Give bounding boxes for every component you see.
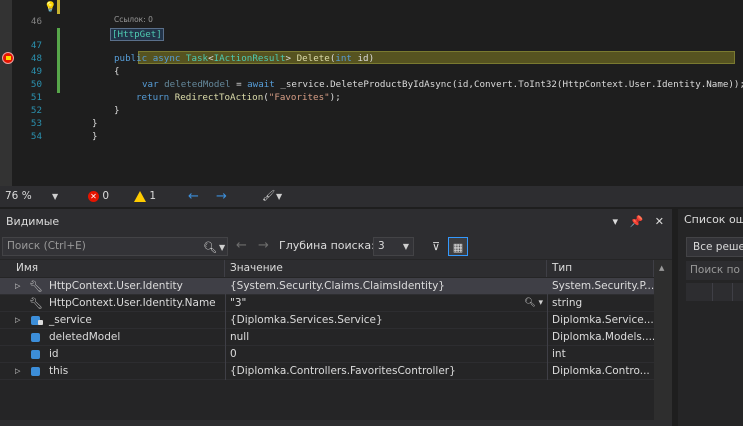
search-next-icon[interactable]: → <box>258 238 269 253</box>
row-value[interactable]: {Diplomka.Services.Service} <box>225 312 547 329</box>
column-header-type[interactable]: Тип <box>547 260 654 277</box>
code-cleanup-dropdown-icon[interactable]: ▼ <box>276 186 282 207</box>
bottom-tab-strip <box>0 420 672 426</box>
row-name: id <box>49 348 59 360</box>
table-row[interactable]: ▷ 🔧︎ HttpContext.User.Identity {System.S… <box>0 278 672 295</box>
column-header-value[interactable]: Значение <box>225 260 547 277</box>
row-name: this <box>49 365 69 377</box>
error-list-window: Список ош Все реше Поиск по о К <box>672 209 743 426</box>
pin-icon[interactable]: 📌 <box>630 215 644 228</box>
row-type: System.Security.P... <box>547 278 654 295</box>
error-list-header: К <box>686 283 743 301</box>
panel-title: Видимые <box>6 215 60 228</box>
scroll-up-icon[interactable]: ▲ <box>659 264 664 272</box>
code-line: 48 { <box>0 39 743 77</box>
code-line: 47 public async Task<IActionResult> Dele… <box>0 26 743 64</box>
table-row[interactable]: ▷ this {Diplomka.Controllers.FavoritesCo… <box>0 363 672 380</box>
expand-icon[interactable]: ▷ <box>15 278 20 295</box>
expand-icon[interactable]: ▷ <box>15 312 20 329</box>
local-variable-icon <box>31 333 40 342</box>
warning-icon <box>134 190 146 202</box>
search-input[interactable]: Поиск (Ctrl+E) 🔍︎ ▼ <box>2 237 228 256</box>
row-type: Diplomka.Models.... <box>547 329 654 346</box>
errors-indicator[interactable]: ✕ 0 <box>88 186 109 207</box>
errors-count: 0 <box>102 190 110 202</box>
row-value[interactable]: {Diplomka.Controllers.FavoritesControlle… <box>225 363 547 380</box>
column-separator[interactable] <box>732 283 733 301</box>
local-variable-icon <box>31 367 40 376</box>
code-line: 52 } <box>0 91 743 129</box>
row-name: deletedModel <box>49 331 121 343</box>
error-list-scope-select[interactable]: Все реше <box>686 237 743 257</box>
search-options-dropdown-icon[interactable]: ▼ <box>219 239 225 256</box>
search-depth-select[interactable]: 3 ▼ <box>373 237 414 256</box>
line-number: 54 <box>30 131 42 142</box>
navigate-back-icon[interactable]: ← <box>188 186 199 207</box>
row-type: string <box>547 295 654 312</box>
table-row[interactable]: deletedModel null Diplomka.Models.... <box>0 329 672 346</box>
zoom-dropdown-icon[interactable]: ▼ <box>52 186 58 207</box>
search-depth-label: Глубина поиска: <box>279 239 375 252</box>
text-visualizer-search-icon[interactable]: 🔍︎ ▾ <box>524 295 543 312</box>
search-placeholder: Поиск (Ctrl+E) <box>7 240 86 252</box>
code-line: 51 } <box>0 78 743 116</box>
error-list-search-input[interactable]: Поиск по о <box>686 261 743 280</box>
row-value[interactable]: {System.Security.Claims.ClaimsIdentity} <box>225 278 547 295</box>
code-line: 53 } <box>0 104 743 142</box>
expand-icon[interactable]: ▷ <box>15 363 20 380</box>
warnings-count: 1 <box>149 190 157 202</box>
column-separator[interactable] <box>712 283 713 301</box>
search-previous-icon[interactable]: ← <box>236 238 247 253</box>
table-row[interactable]: ▷ _service {Diplomka.Services.Service} D… <box>0 312 672 329</box>
code-lens-references[interactable]: Ссылок: 0 <box>114 15 153 24</box>
view-columns-icon[interactable]: ▦ <box>448 237 468 256</box>
local-variable-icon <box>31 350 40 359</box>
table-row[interactable]: 🔧︎ HttpContext.User.Identity.Name "3" 🔍︎… <box>0 295 672 312</box>
row-name: HttpContext.User.Identity <box>49 280 183 292</box>
row-name: HttpContext.User.Identity.Name <box>49 297 216 309</box>
row-type: int <box>547 346 654 363</box>
code-line: 46 [HttpGet] <box>0 2 743 41</box>
code-cleanup-brush-icon[interactable]: 🖌 <box>262 186 275 207</box>
code-line: 50 return RedirectToAction("Favorites"); <box>0 65 743 103</box>
navigate-forward-icon[interactable]: → <box>216 186 227 207</box>
table-row[interactable]: id 0 int <box>0 346 672 363</box>
close-icon[interactable]: ✕ <box>655 215 664 228</box>
row-name: _service <box>49 314 92 326</box>
row-value[interactable]: null <box>225 329 547 346</box>
wrench-icon: 🔧︎ <box>29 297 43 310</box>
row-value: "3" <box>230 297 247 309</box>
row-value-cell[interactable]: "3" 🔍︎ ▾ <box>225 295 547 312</box>
code-line-current: 49 var deletedModel = await _service.Del… <box>0 52 743 90</box>
code-text: } <box>92 131 98 142</box>
row-value[interactable]: 0 <box>225 346 547 363</box>
panel-title-bar: Видимые ▾ 📌 ✕ <box>0 209 672 235</box>
row-type: Diplomka.Contro... <box>547 363 654 380</box>
error-list-title: Список ош <box>684 213 743 226</box>
filter-pin-icon[interactable]: ⊽ <box>426 237 446 256</box>
column-header-name[interactable]: Имя <box>0 260 225 277</box>
search-depth-value: 3 <box>378 240 385 252</box>
code-line: 54 <box>0 117 743 142</box>
lock-icon <box>38 320 43 325</box>
code-editor[interactable]: 💡 46 [HttpGet] Ссылок: 0 47 public async… <box>0 0 743 186</box>
panel-toolbar: Поиск (Ctrl+E) 🔍︎ ▼ ← → Глубина поиска: … <box>0 235 672 259</box>
autos-window: Видимые ▾ 📌 ✕ Поиск (Ctrl+E) 🔍︎ ▼ ← → Гл… <box>0 209 672 426</box>
error-icon: ✕ <box>88 190 99 202</box>
grid-header: Имя Значение Тип <box>0 260 672 277</box>
zoom-level[interactable]: 76 % <box>5 186 32 207</box>
vertical-scrollbar[interactable]: ▲ <box>654 260 672 426</box>
chevron-down-icon: ▼ <box>402 242 409 251</box>
search-icon[interactable]: 🔍︎ <box>203 239 217 256</box>
window-position-dropdown-icon[interactable]: ▾ <box>613 215 619 228</box>
editor-status-bar: 76 % ▼ ✕ 0 1 ← → 🖌 ▼ <box>0 186 743 207</box>
row-type: Diplomka.Service... <box>547 312 654 329</box>
warnings-indicator[interactable]: 1 <box>134 186 156 207</box>
wrench-icon: 🔧︎ <box>29 280 43 293</box>
